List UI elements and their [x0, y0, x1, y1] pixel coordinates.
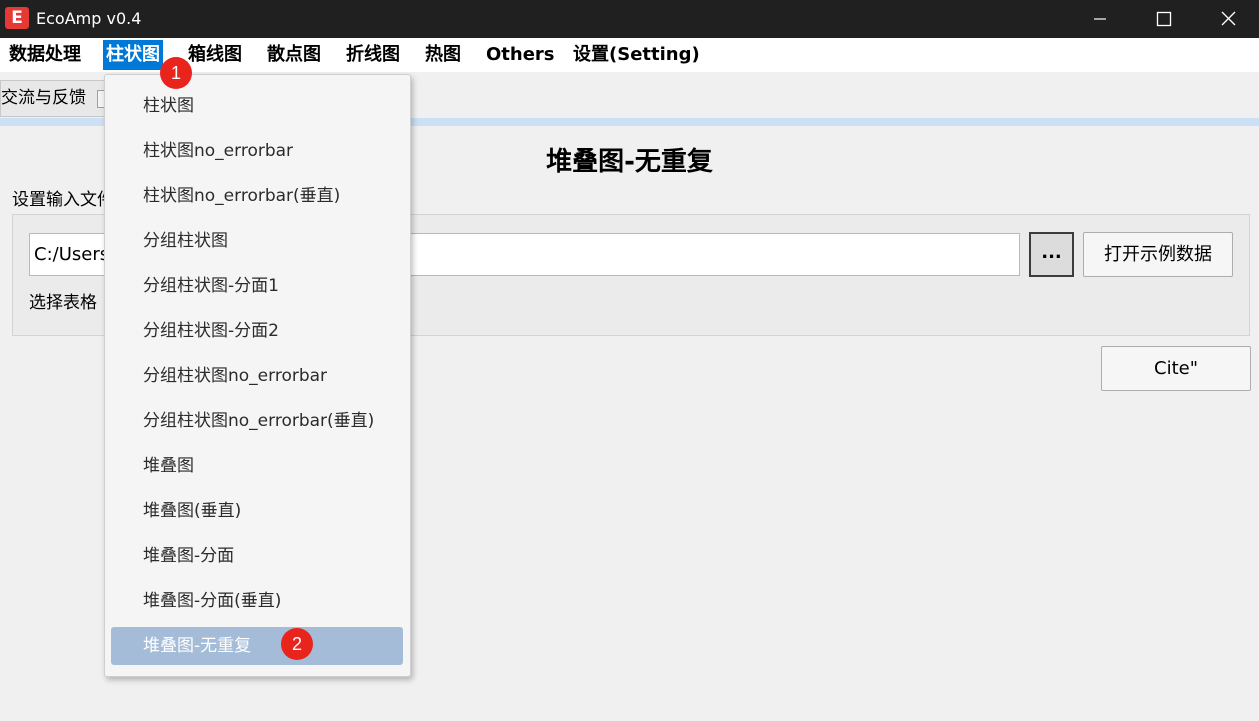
close-button[interactable] [1205, 0, 1251, 38]
dropdown-item-bar-chart-no-errorbar-vertical[interactable]: 柱状图no_errorbar(垂直) [111, 177, 403, 215]
menu-bar-chart[interactable]: 柱状图 [103, 40, 163, 70]
menu-data-processing[interactable]: 数据处理 [6, 40, 84, 70]
tab-feedback-label: 交流与反馈 [1, 88, 86, 108]
menu-heatmap[interactable]: 热图 [422, 40, 464, 70]
dropdown-item-grouped-bar-chart-no-errorbar[interactable]: 分组柱状图no_errorbar [111, 357, 403, 395]
menu-scatter-plot[interactable]: 散点图 [264, 40, 324, 70]
dropdown-item-grouped-bar-chart-facet1[interactable]: 分组柱状图-分面1 [111, 267, 403, 305]
step-badge-2: 2 [281, 628, 313, 660]
menu-settings[interactable]: 设置(Setting) [570, 40, 703, 70]
dropdown-item-stacked-chart-facet-vertical[interactable]: 堆叠图-分面(垂直) [111, 582, 403, 620]
maximize-icon [1156, 11, 1172, 27]
minimize-button[interactable] [1076, 0, 1122, 38]
menu-box-plot[interactable]: 箱线图 [185, 40, 245, 70]
browse-button[interactable]: ... [1029, 232, 1074, 277]
menu-others[interactable]: Others [483, 40, 558, 70]
app-logo: E [5, 7, 29, 29]
input-file-label: 设置输入文件 [12, 190, 114, 210]
title-bar[interactable]: E EcoAmp v0.4 [0, 0, 1259, 38]
dropdown-item-grouped-bar-chart-no-errorbar-vertical[interactable]: 分组柱状图no_errorbar(垂直) [111, 402, 403, 440]
app-window: E EcoAmp v0.4 数据处理 柱状图 箱线图 散点图 折线图 热图 Ot… [0, 0, 1259, 721]
close-icon [1221, 11, 1236, 26]
dropdown-item-stacked-chart-vertical[interactable]: 堆叠图(垂直) [111, 492, 403, 530]
cite-button[interactable]: Cite" [1101, 346, 1251, 391]
app-logo-letter: E [11, 8, 23, 28]
dropdown-item-bar-chart[interactable]: 柱状图 [111, 87, 403, 125]
minimize-icon [1094, 18, 1106, 20]
menu-line-chart[interactable]: 折线图 [343, 40, 403, 70]
dropdown-item-stacked-chart-facet[interactable]: 堆叠图-分面 [111, 537, 403, 575]
open-sample-data-button[interactable]: 打开示例数据 [1083, 232, 1233, 277]
dropdown-item-bar-chart-no-errorbar[interactable]: 柱状图no_errorbar [111, 132, 403, 170]
dropdown-item-stacked-chart-no-repeat[interactable]: 堆叠图-无重复 [111, 627, 403, 665]
window-title: EcoAmp v0.4 [36, 9, 142, 28]
dropdown-item-stacked-chart[interactable]: 堆叠图 [111, 447, 403, 485]
step-badge-1: 1 [160, 57, 192, 89]
dropdown-item-grouped-bar-chart-facet2[interactable]: 分组柱状图-分面2 [111, 312, 403, 350]
select-sheet-label: 选择表格 [29, 293, 97, 313]
tab-feedback[interactable]: 交流与反馈 [0, 80, 112, 117]
maximize-button[interactable] [1140, 0, 1186, 38]
bar-chart-dropdown-menu: 柱状图 柱状图no_errorbar 柱状图no_errorbar(垂直) 分组… [104, 74, 411, 677]
dropdown-item-grouped-bar-chart[interactable]: 分组柱状图 [111, 222, 403, 260]
